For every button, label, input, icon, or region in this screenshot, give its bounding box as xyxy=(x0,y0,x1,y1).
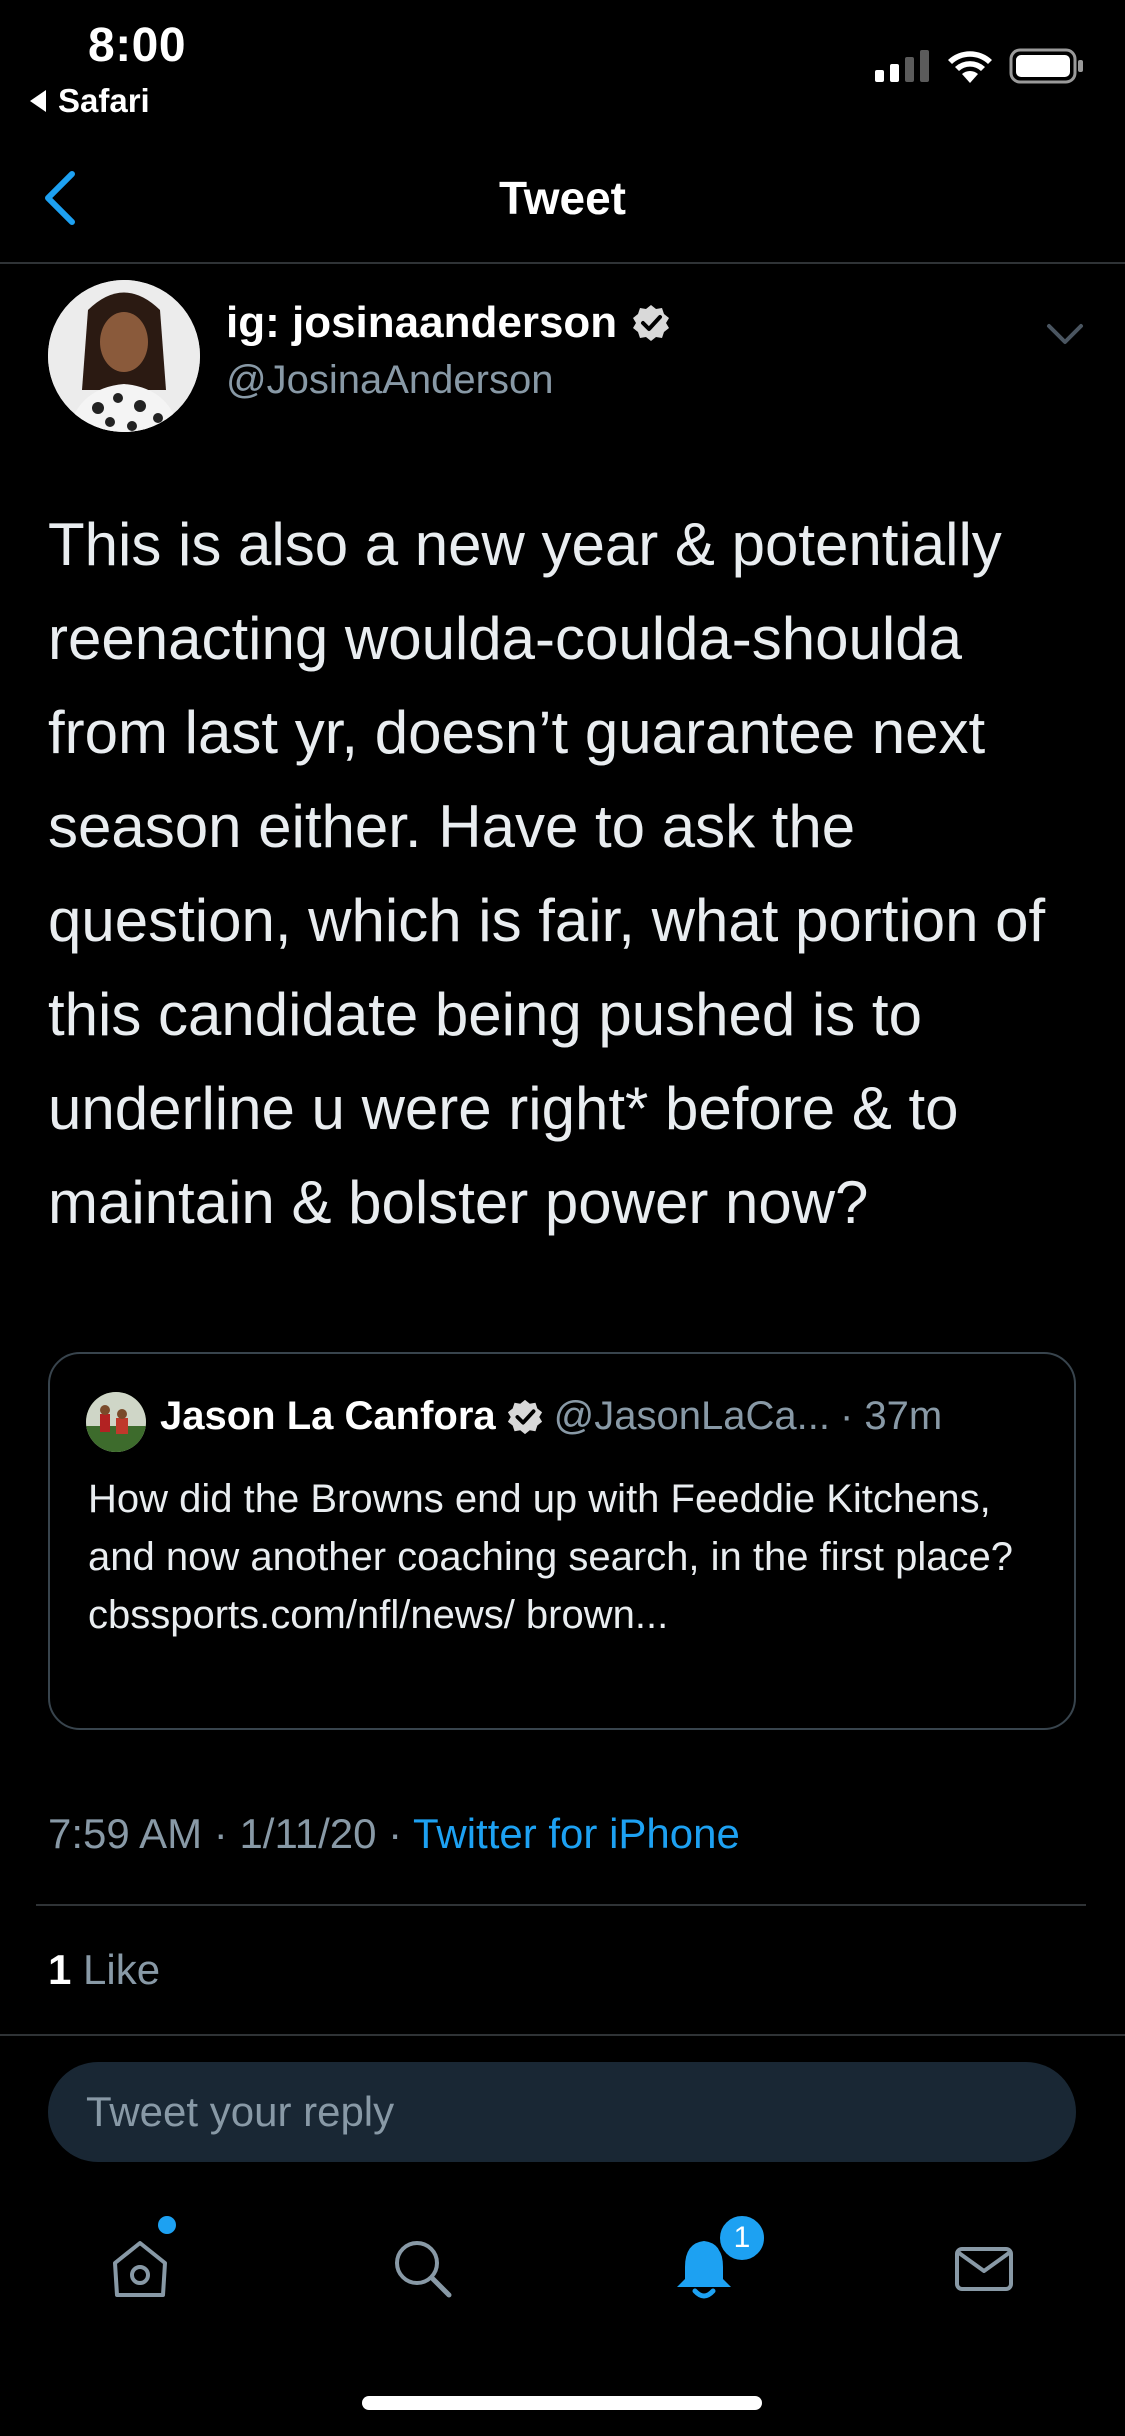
meta-separator: · xyxy=(376,1810,414,1857)
quoted-author-handle: @JasonLaCa... xyxy=(553,1394,830,1438)
divider xyxy=(36,1904,1086,1906)
author-name-text: ig: josinaanderson xyxy=(226,298,618,347)
tab-home[interactable] xyxy=(90,2218,190,2318)
back-chevron-icon xyxy=(45,171,75,225)
status-icons xyxy=(875,48,1085,84)
reply-placeholder: Tweet your reply xyxy=(86,2088,395,2135)
quoted-author-name: Jason La Canfora xyxy=(160,1394,496,1438)
reply-input[interactable]: Tweet your reply xyxy=(48,2062,1076,2162)
quoted-age: · 37m xyxy=(839,1394,943,1438)
home-icon xyxy=(113,2241,167,2297)
status-time: 8:00 xyxy=(88,19,187,72)
like-count: 1 xyxy=(48,1946,72,1993)
tweet-text: This is also a new year & potentially re… xyxy=(48,511,1046,1236)
tab-messages[interactable] xyxy=(934,2218,1034,2318)
battery-icon xyxy=(1009,48,1083,84)
search-icon xyxy=(395,2241,452,2298)
quoted-tweet-text: How did the Browns end up with Feeddie K… xyxy=(88,1477,1014,1637)
nav-divider xyxy=(0,262,1125,264)
back-triangle-icon xyxy=(30,90,46,112)
quoted-header: Jason La Canfora @JasonLaCa... · 37m xyxy=(160,1394,942,1439)
back-app-label: Safari xyxy=(58,82,150,119)
mail-icon xyxy=(955,2247,1013,2291)
verified-badge-icon xyxy=(633,305,670,341)
author-avatar[interactable] xyxy=(48,280,200,432)
tweet-time: 7:59 AM xyxy=(48,1810,203,1857)
tab-search[interactable] xyxy=(372,2218,472,2318)
tweet-source-link[interactable]: Twitter for iPhone xyxy=(413,1810,740,1857)
tweet-date: 1/11/20 xyxy=(239,1810,377,1857)
home-indicator[interactable] xyxy=(362,2396,762,2410)
likes-link[interactable]: 1 Like xyxy=(48,1946,160,1994)
signal-icon xyxy=(875,50,929,82)
more-chevron-icon xyxy=(1047,324,1083,344)
home-unread-dot xyxy=(158,2216,176,2234)
more-options-button[interactable] xyxy=(1045,318,1085,348)
page-title: Tweet xyxy=(499,172,626,224)
author-name[interactable]: ig: josinaanderson xyxy=(226,298,671,348)
quoted-avatar-photo xyxy=(86,1392,146,1452)
verified-badge-icon xyxy=(507,1399,542,1434)
back-to-app-link[interactable]: Safari xyxy=(30,82,150,120)
author-handle[interactable]: @JosinaAnderson xyxy=(226,358,553,403)
tweet-metadata: 7:59 AM · 1/11/20 · Twitter for iPhone xyxy=(48,1810,740,1858)
like-label: Like xyxy=(83,1946,161,1993)
notification-badge: 1 xyxy=(716,2212,768,2264)
quoted-avatar xyxy=(86,1392,146,1452)
wifi-icon xyxy=(948,51,992,83)
meta-separator: · xyxy=(202,1810,240,1857)
author-photo xyxy=(48,280,200,432)
divider xyxy=(0,2034,1125,2036)
back-button[interactable] xyxy=(40,170,80,226)
